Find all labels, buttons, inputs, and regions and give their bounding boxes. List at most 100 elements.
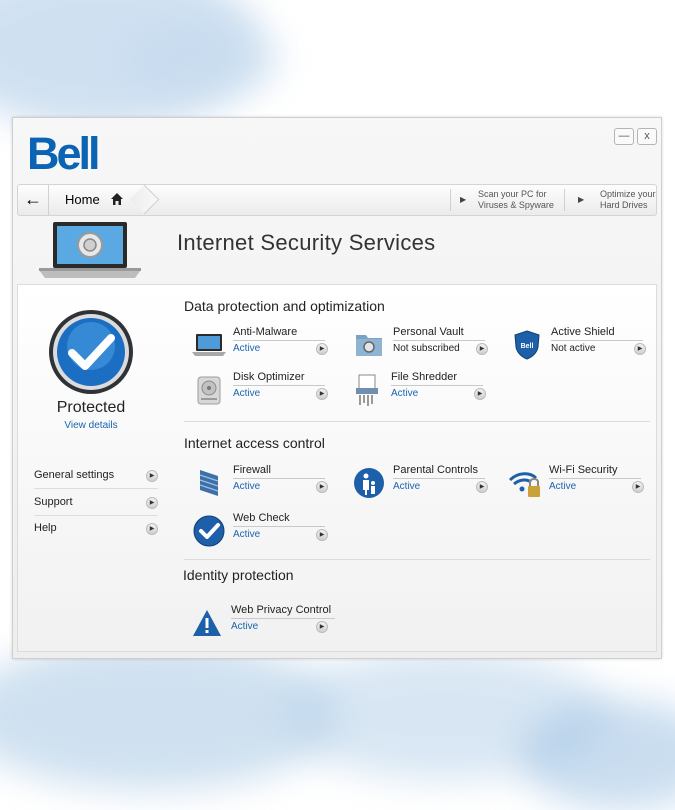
laptop-icon — [192, 334, 226, 356]
tile-parental-controls[interactable]: Parental Controls Active ▶ — [352, 464, 512, 502]
vault-icon — [356, 335, 382, 356]
chevron-right-icon: ▶ — [316, 481, 328, 493]
menu-label: Support — [34, 496, 73, 508]
optimize-drives-quick-link[interactable]: ▶ Optimize your Hard Drives — [578, 185, 656, 215]
back-button[interactable]: ← — [18, 185, 49, 215]
breadcrumb-home-label: Home — [65, 192, 100, 207]
optimize-line1: Optimize your — [600, 189, 656, 199]
section-title-identity: Identity protection — [183, 567, 294, 583]
svg-text:Bell: Bell — [521, 343, 534, 350]
tile-divider — [549, 478, 641, 479]
tile-divider — [551, 340, 643, 341]
navigation-bar: ← Home ▶ Scan your PC for Viruses & Spyw… — [17, 184, 657, 216]
menu-label: General settings — [34, 469, 115, 481]
chevron-right-icon: ▶ — [474, 388, 486, 400]
tile-status: Active — [393, 481, 421, 492]
close-button[interactable]: x — [637, 128, 657, 145]
breadcrumb-home[interactable]: Home — [49, 185, 139, 215]
section-title-data-protection: Data protection and optimization — [184, 298, 385, 314]
tile-status: Active — [549, 481, 577, 492]
play-arrow-icon: ▶ — [460, 195, 467, 204]
tile-name: Active Shield — [551, 326, 615, 338]
tile-name: Personal Vault — [393, 326, 464, 338]
menu-support[interactable]: Support ▶ — [34, 490, 158, 516]
parental-icon — [354, 468, 384, 498]
chevron-right-icon: ▶ — [146, 523, 158, 535]
chevron-right-icon: ▶ — [316, 388, 328, 400]
chevron-right-icon: ▶ — [634, 343, 646, 355]
tile-name: Web Privacy Control — [231, 604, 332, 616]
back-arrow-icon: ← — [24, 189, 42, 209]
view-details-link[interactable]: View details — [18, 420, 164, 431]
tile-divider — [393, 478, 485, 479]
tile-name: File Shredder — [391, 371, 458, 383]
chevron-right-icon: ▶ — [316, 529, 328, 541]
chevron-right-icon: ▶ — [476, 481, 488, 493]
scan-pc-line1: Scan your PC for — [478, 189, 547, 199]
tile-divider — [233, 526, 325, 527]
tile-personal-vault[interactable]: Personal Vault Not subscribed ▶ — [352, 326, 512, 364]
tile-status: Active — [233, 388, 261, 399]
bell-logo: Bell — [27, 128, 101, 179]
home-icon — [111, 193, 123, 205]
play-arrow-icon: ▶ — [578, 195, 585, 204]
optimize-line2: Hard Drives — [600, 200, 648, 210]
tile-status: Active — [231, 621, 259, 632]
disk-icon — [197, 376, 221, 405]
protected-check-icon — [49, 310, 133, 394]
shredder-icon — [356, 374, 378, 406]
chevron-right-icon: ▶ — [632, 481, 644, 493]
tile-web-privacy-control[interactable]: Web Privacy Control Active ▶ — [190, 604, 350, 642]
tile-divider — [231, 618, 335, 619]
shield-icon: Bell — [514, 330, 540, 360]
tile-status: Not subscribed — [393, 343, 460, 354]
menu-general-settings[interactable]: General settings ▶ — [34, 463, 158, 489]
wifi-lock-icon — [508, 472, 540, 497]
firewall-icon — [199, 470, 219, 496]
tile-wifi-security[interactable]: Wi-Fi Security Active ▶ — [508, 464, 668, 502]
menu-label: Help — [34, 522, 57, 534]
tile-firewall[interactable]: Firewall Active ▶ — [192, 464, 352, 502]
tile-web-check[interactable]: Web Check Active ▶ — [192, 512, 352, 550]
app-window: Bell — x ← Home ▶ Scan your PC for Virus… — [12, 117, 662, 659]
chevron-right-icon: ▶ — [476, 343, 488, 355]
warning-icon — [193, 610, 221, 636]
tile-active-shield[interactable]: Bell Active Shield Not active ▶ — [510, 326, 670, 364]
app-title: Internet Security Services — [177, 230, 436, 255]
tile-anti-malware[interactable]: Anti-Malware Active ▶ — [192, 326, 352, 364]
chevron-right-icon: ▶ — [316, 343, 328, 355]
tile-divider — [393, 340, 485, 341]
section-divider — [184, 421, 650, 422]
tile-name: Wi-Fi Security — [549, 464, 618, 476]
checkmark-icon — [193, 515, 225, 547]
tile-status: Active — [233, 343, 261, 354]
tile-disk-optimizer[interactable]: Disk Optimizer Active ▶ — [192, 371, 352, 409]
tile-name: Disk Optimizer — [233, 371, 305, 383]
tile-divider — [391, 385, 483, 386]
quick-link-divider — [564, 189, 565, 211]
laptop-security-icon — [39, 222, 141, 278]
tile-status: Active — [233, 529, 261, 540]
tile-status: Not active — [551, 343, 596, 354]
main-panel: Protected View details General settings … — [17, 284, 657, 652]
tile-divider — [233, 385, 325, 386]
tile-divider — [233, 478, 325, 479]
scan-pc-line2: Viruses & Spyware — [478, 200, 554, 210]
minimize-button[interactable]: — — [614, 128, 634, 145]
section-title-internet-access: Internet access control — [184, 435, 325, 451]
protection-status: Protected — [56, 399, 126, 416]
quick-link-divider — [450, 189, 451, 211]
scan-pc-quick-link[interactable]: ▶ Scan your PC for Viruses & Spyware — [460, 185, 568, 215]
chevron-right-icon: ▶ — [146, 470, 158, 482]
menu-help[interactable]: Help ▶ — [34, 516, 158, 541]
tile-name: Parental Controls — [393, 464, 478, 476]
chevron-right-icon: ▶ — [146, 497, 158, 509]
chevron-right-icon: ▶ — [316, 621, 328, 633]
section-divider — [184, 559, 650, 560]
tile-divider — [233, 340, 325, 341]
tile-status: Active — [233, 481, 261, 492]
tile-name: Web Check — [233, 512, 290, 524]
tile-file-shredder[interactable]: File Shredder Active ▶ — [350, 371, 510, 409]
tile-status: Active — [391, 388, 419, 399]
tile-name: Anti-Malware — [233, 326, 298, 338]
